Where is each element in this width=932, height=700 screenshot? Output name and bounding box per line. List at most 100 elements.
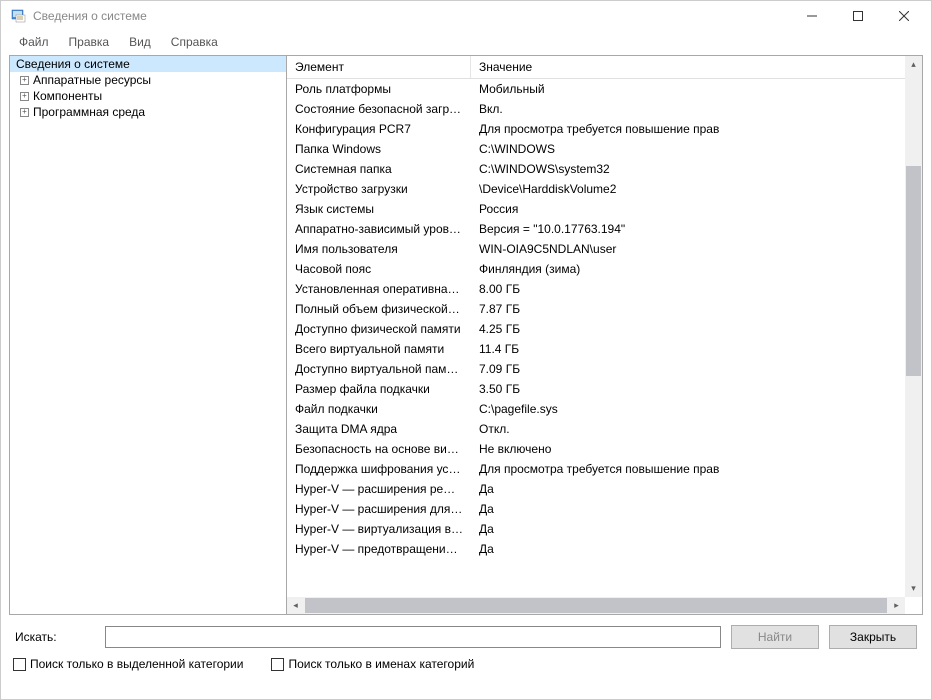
- table-row[interactable]: Hyper-V — расширения для п...Да: [287, 499, 905, 519]
- checkbox-icon[interactable]: [13, 658, 26, 671]
- cell-value: 3.50 ГБ: [471, 380, 905, 398]
- table-row[interactable]: Роль платформыМобильный: [287, 79, 905, 99]
- cell-value: Вкл.: [471, 100, 905, 118]
- table-row[interactable]: Безопасность на основе вирту...Не включе…: [287, 439, 905, 459]
- scroll-right-icon[interactable]: ▸: [888, 597, 905, 614]
- table-row[interactable]: Hyper-V — предотвращение в...Да: [287, 539, 905, 559]
- tree-item[interactable]: + Программная среда: [10, 104, 286, 120]
- cell-value: C:\WINDOWS: [471, 140, 905, 158]
- cell-element: Файл подкачки: [287, 400, 471, 418]
- table-row[interactable]: Защита DMA ядраОткл.: [287, 419, 905, 439]
- cell-element: Конфигурация PCR7: [287, 120, 471, 138]
- cell-element: Состояние безопасной загруз...: [287, 100, 471, 118]
- tree-item-label: Программная среда: [33, 105, 145, 119]
- scroll-down-icon[interactable]: ▾: [905, 580, 922, 597]
- cell-value: Не включено: [471, 440, 905, 458]
- checkbox-icon[interactable]: [271, 658, 284, 671]
- cell-element: Устройство загрузки: [287, 180, 471, 198]
- tree-item[interactable]: + Аппаратные ресурсы: [10, 72, 286, 88]
- checkbox-category-names[interactable]: Поиск только в именах категорий: [271, 657, 474, 671]
- table-row[interactable]: Файл подкачкиC:\pagefile.sys: [287, 399, 905, 419]
- cell-element: Всего виртуальной памяти: [287, 340, 471, 358]
- tree-item-label: Аппаратные ресурсы: [33, 73, 151, 87]
- cell-element: Имя пользователя: [287, 240, 471, 258]
- cell-element: Hyper-V — виртуализация вкл...: [287, 520, 471, 538]
- cell-element: Размер файла подкачки: [287, 380, 471, 398]
- table-row[interactable]: Доступно физической памяти4.25 ГБ: [287, 319, 905, 339]
- list-body[interactable]: Роль платформыМобильныйСостояние безопас…: [287, 79, 905, 597]
- tree-root[interactable]: Сведения о системе: [10, 56, 286, 72]
- menu-edit[interactable]: Правка: [59, 33, 120, 51]
- table-row[interactable]: Всего виртуальной памяти11.4 ГБ: [287, 339, 905, 359]
- cell-element: Hyper-V — предотвращение в...: [287, 540, 471, 558]
- cell-element: Установленная оперативная п...: [287, 280, 471, 298]
- content-area: Сведения о системе +Аппаратные ресурсы+К…: [1, 55, 931, 615]
- minimize-button[interactable]: [789, 1, 835, 31]
- scroll-up-icon[interactable]: ▴: [905, 56, 922, 73]
- scroll-thumb[interactable]: [906, 166, 921, 376]
- close-button[interactable]: [881, 1, 927, 31]
- horizontal-scrollbar[interactable]: ◂ ▸: [287, 597, 905, 614]
- menu-help[interactable]: Справка: [161, 33, 228, 51]
- checkbox-label-selected: Поиск только в выделенной категории: [30, 657, 243, 671]
- titlebar[interactable]: Сведения о системе: [1, 1, 931, 31]
- cell-element: Поддержка шифрования устр...: [287, 460, 471, 478]
- find-button[interactable]: Найти: [731, 625, 819, 649]
- table-row[interactable]: Устройство загрузки\Device\HarddiskVolum…: [287, 179, 905, 199]
- cell-value: C:\WINDOWS\system32: [471, 160, 905, 178]
- table-row[interactable]: Папка WindowsC:\WINDOWS: [287, 139, 905, 159]
- cell-value: 11.4 ГБ: [471, 340, 905, 358]
- table-row[interactable]: Установленная оперативная п...8.00 ГБ: [287, 279, 905, 299]
- table-row[interactable]: Поддержка шифрования устр...Для просмотр…: [287, 459, 905, 479]
- table-row[interactable]: Аппаратно-зависимый уровен...Версия = "1…: [287, 219, 905, 239]
- cell-element: Защита DMA ядра: [287, 420, 471, 438]
- search-bar: Искать: Найти Закрыть: [1, 615, 931, 653]
- checkbox-selected-category[interactable]: Поиск только в выделенной категории: [13, 657, 243, 671]
- menu-view[interactable]: Вид: [119, 33, 161, 51]
- table-row[interactable]: Hyper-V — виртуализация вкл...Да: [287, 519, 905, 539]
- table-row[interactable]: Hyper-V — расширения режи...Да: [287, 479, 905, 499]
- expand-icon[interactable]: +: [20, 108, 29, 117]
- cell-element: Роль платформы: [287, 80, 471, 98]
- table-row[interactable]: Часовой поясФинляндия (зима): [287, 259, 905, 279]
- column-element[interactable]: Элемент: [287, 56, 471, 78]
- cell-value: WIN-OIA9C5NDLAN\user: [471, 240, 905, 258]
- cell-value: \Device\HarddiskVolume2: [471, 180, 905, 198]
- cell-value: Мобильный: [471, 80, 905, 98]
- cell-value: Откл.: [471, 420, 905, 438]
- list-pane: Элемент Значение Роль платформыМобильный…: [287, 55, 923, 615]
- scroll-left-icon[interactable]: ◂: [287, 597, 304, 614]
- cell-element: Безопасность на основе вирту...: [287, 440, 471, 458]
- cell-element: Системная папка: [287, 160, 471, 178]
- cell-value: C:\pagefile.sys: [471, 400, 905, 418]
- cell-value: 4.25 ГБ: [471, 320, 905, 338]
- maximize-button[interactable]: [835, 1, 881, 31]
- table-row[interactable]: Размер файла подкачки3.50 ГБ: [287, 379, 905, 399]
- table-row[interactable]: Доступно виртуальной памяти7.09 ГБ: [287, 359, 905, 379]
- cell-value: Для просмотра требуется повышение прав: [471, 460, 905, 478]
- cell-value: Финляндия (зима): [471, 260, 905, 278]
- cell-value: Да: [471, 480, 905, 498]
- table-row[interactable]: Полный объем физической па...7.87 ГБ: [287, 299, 905, 319]
- table-row[interactable]: Состояние безопасной загруз...Вкл.: [287, 99, 905, 119]
- table-row[interactable]: Язык системыРоссия: [287, 199, 905, 219]
- cell-element: Язык системы: [287, 200, 471, 218]
- cell-value: Да: [471, 520, 905, 538]
- close-search-button[interactable]: Закрыть: [829, 625, 917, 649]
- expand-icon[interactable]: +: [20, 76, 29, 85]
- menubar: Файл Правка Вид Справка: [1, 31, 931, 55]
- cell-element: Доступно виртуальной памяти: [287, 360, 471, 378]
- column-value[interactable]: Значение: [471, 56, 905, 78]
- tree-item[interactable]: +Компоненты: [10, 88, 286, 104]
- cell-value: 7.87 ГБ: [471, 300, 905, 318]
- hscroll-thumb[interactable]: [305, 598, 887, 613]
- menu-file[interactable]: Файл: [9, 33, 59, 51]
- cell-value: Да: [471, 540, 905, 558]
- search-input[interactable]: [105, 626, 721, 648]
- table-row[interactable]: Системная папкаC:\WINDOWS\system32: [287, 159, 905, 179]
- tree-pane[interactable]: Сведения о системе + Аппаратные ресурсы+К…: [9, 55, 287, 615]
- vertical-scrollbar[interactable]: ▴ ▾: [905, 56, 922, 597]
- expand-icon[interactable]: +: [20, 92, 29, 101]
- table-row[interactable]: Имя пользователяWIN-OIA9C5NDLAN\user: [287, 239, 905, 259]
- table-row[interactable]: Конфигурация PCR7Для просмотра требуется…: [287, 119, 905, 139]
